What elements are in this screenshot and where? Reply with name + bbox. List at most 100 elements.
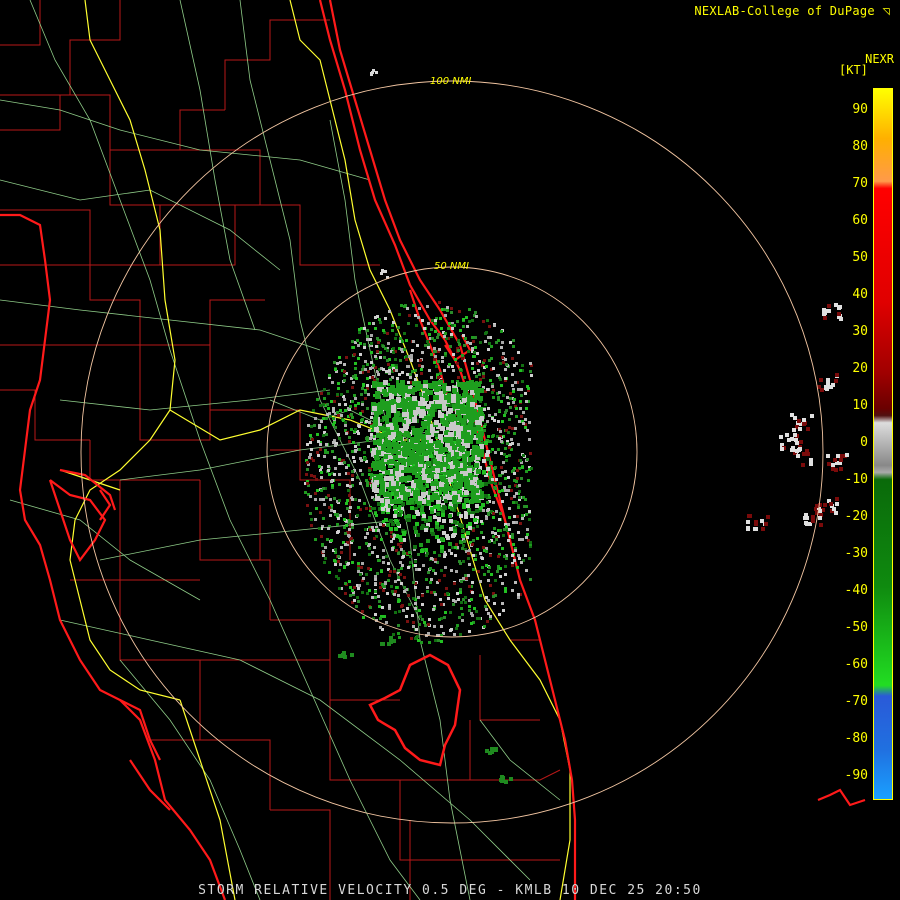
echo-pixel xyxy=(372,381,377,386)
echo-pixel xyxy=(389,527,393,531)
echo-pixel xyxy=(374,327,377,330)
echo-pixel xyxy=(386,332,389,335)
echo-pixel xyxy=(378,600,381,603)
echo-pixel xyxy=(374,582,377,585)
echo-pixel xyxy=(517,506,520,509)
echo-pixel xyxy=(315,478,318,481)
echo-pixel xyxy=(337,382,340,385)
echo-pixel xyxy=(450,307,453,310)
echo-pixel xyxy=(391,590,394,593)
echo-pixel xyxy=(331,484,334,487)
echo-pixel xyxy=(517,554,520,557)
echo-pixel xyxy=(377,373,380,376)
echo-pixel xyxy=(373,546,376,549)
echo-pixel xyxy=(345,432,348,435)
echo-pixel xyxy=(348,510,351,513)
echo-pixel xyxy=(368,547,371,550)
echo-pixel xyxy=(395,333,398,336)
echo-pixel xyxy=(338,458,341,461)
echo-pixel xyxy=(809,462,813,466)
echo-pixel xyxy=(454,452,459,457)
echo-pixel xyxy=(455,570,458,573)
echo-pixel xyxy=(529,541,532,544)
echo-pixel xyxy=(465,432,470,437)
echo-pixel xyxy=(338,356,341,359)
echo-pixel xyxy=(345,502,348,505)
echo-pixel xyxy=(370,342,373,345)
echo-pixel xyxy=(487,570,490,573)
echo-pixel xyxy=(474,558,477,561)
echo-pixel xyxy=(432,569,435,572)
echo-pixel xyxy=(396,522,400,526)
echo-pixel xyxy=(511,357,514,360)
echo-pixel xyxy=(449,527,453,531)
echo-pixel xyxy=(400,489,405,494)
echo-pixel xyxy=(399,337,402,340)
echo-pixel xyxy=(400,348,403,351)
echo-pixel xyxy=(441,356,444,359)
echo-pixel xyxy=(374,613,377,616)
echo-pixel xyxy=(309,495,312,498)
echo-pixel xyxy=(516,515,519,518)
echo-pixel xyxy=(382,329,385,332)
echo-pixel xyxy=(324,426,327,429)
echo-pixel xyxy=(354,445,357,448)
echo-pixel xyxy=(366,484,369,487)
echo-pixel xyxy=(413,410,418,415)
echo-pixel xyxy=(508,516,511,519)
echo-pixel xyxy=(423,393,428,398)
echo-pixel xyxy=(421,524,425,528)
echo-pixel xyxy=(369,606,372,609)
echo-pixel xyxy=(501,489,504,492)
echo-pixel xyxy=(449,471,454,476)
echo-pixel xyxy=(461,613,464,616)
echo-pixel xyxy=(390,585,393,588)
echo-pixel xyxy=(513,472,516,475)
echo-pixel xyxy=(461,529,465,533)
echo-pixel xyxy=(366,592,369,595)
echo-pixel xyxy=(468,486,473,491)
echo-pixel xyxy=(434,639,437,642)
echo-pixel xyxy=(498,474,501,477)
echo-pixel xyxy=(455,627,458,630)
echo-pixel xyxy=(358,448,361,451)
echo-pixel xyxy=(452,388,457,393)
echo-pixel xyxy=(403,586,406,589)
echo-pixel xyxy=(458,426,463,431)
echo-pixel xyxy=(344,582,347,585)
echo-pixel xyxy=(414,530,418,534)
echo-pixel xyxy=(414,381,419,386)
echo-pixel xyxy=(420,549,424,553)
echo-pixel xyxy=(438,301,441,304)
echo-pixel xyxy=(353,586,356,589)
echo-pixel xyxy=(462,544,465,547)
echo-pixel xyxy=(354,449,357,452)
echo-pixel xyxy=(791,448,795,452)
echo-pixel xyxy=(483,359,486,362)
echo-pixel xyxy=(820,388,824,392)
echo-pixel xyxy=(475,610,478,613)
echo-pixel xyxy=(454,546,457,549)
echo-pixel xyxy=(372,529,375,532)
echo-pixel xyxy=(518,496,521,499)
echo-pixel xyxy=(427,416,432,421)
echo-pixel xyxy=(310,518,313,521)
echo-pixel xyxy=(485,596,488,599)
echo-pixel xyxy=(499,567,502,570)
echo-pixel xyxy=(322,498,325,501)
echo-pixel xyxy=(453,495,458,500)
echo-pixel xyxy=(476,433,481,438)
echo-pixel xyxy=(473,351,476,354)
echo-pixel xyxy=(330,509,333,512)
echo-pixel xyxy=(354,362,357,365)
echo-pixel xyxy=(310,425,313,428)
echo-pixel xyxy=(448,414,453,419)
echo-pixel xyxy=(357,402,360,405)
echo-pixel xyxy=(511,427,514,430)
echo-pixel xyxy=(464,574,467,577)
echo-pixel xyxy=(396,431,401,436)
echo-pixel xyxy=(406,620,409,623)
echo-pixel xyxy=(412,597,415,600)
echo-pixel xyxy=(434,395,439,400)
echo-pixel xyxy=(363,327,366,330)
